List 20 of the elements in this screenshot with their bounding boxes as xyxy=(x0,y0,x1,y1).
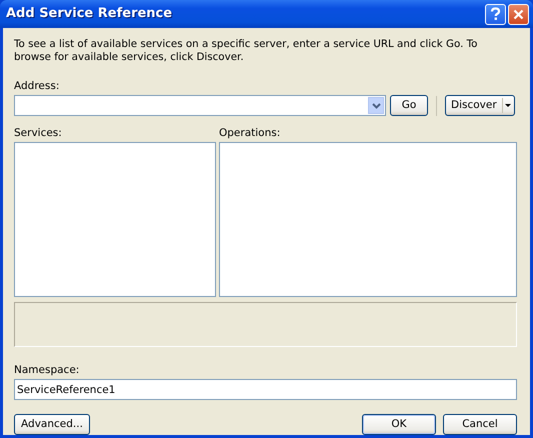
close-button[interactable] xyxy=(508,4,529,24)
discover-label[interactable]: Discover xyxy=(446,98,503,113)
go-button[interactable]: Go xyxy=(390,95,428,116)
help-icon xyxy=(490,7,501,21)
advanced-button[interactable]: Advanced... xyxy=(14,414,90,435)
instructions-text: To see a list of available services on a specific server, enter a service URL and click Go. To browse for available services, click Discover. xyxy=(14,38,478,64)
ok-button[interactable]: OK xyxy=(362,414,436,435)
cancel-button[interactable]: Cancel xyxy=(443,414,517,435)
address-combo[interactable] xyxy=(14,95,386,116)
namespace-label: Namespace: xyxy=(14,364,80,377)
services-label: Services: xyxy=(14,127,63,140)
discover-split-button[interactable]: Discover xyxy=(445,95,515,116)
caret-icon[interactable] xyxy=(502,104,514,107)
help-button[interactable] xyxy=(485,4,506,24)
namespace-field[interactable]: ServiceReference1 xyxy=(14,379,517,400)
services-list[interactable] xyxy=(14,142,216,297)
operations-label: Operations: xyxy=(219,127,282,140)
address-label: Address: xyxy=(14,80,60,93)
window-title: Add Service Reference xyxy=(6,5,174,24)
close-icon xyxy=(513,8,524,20)
